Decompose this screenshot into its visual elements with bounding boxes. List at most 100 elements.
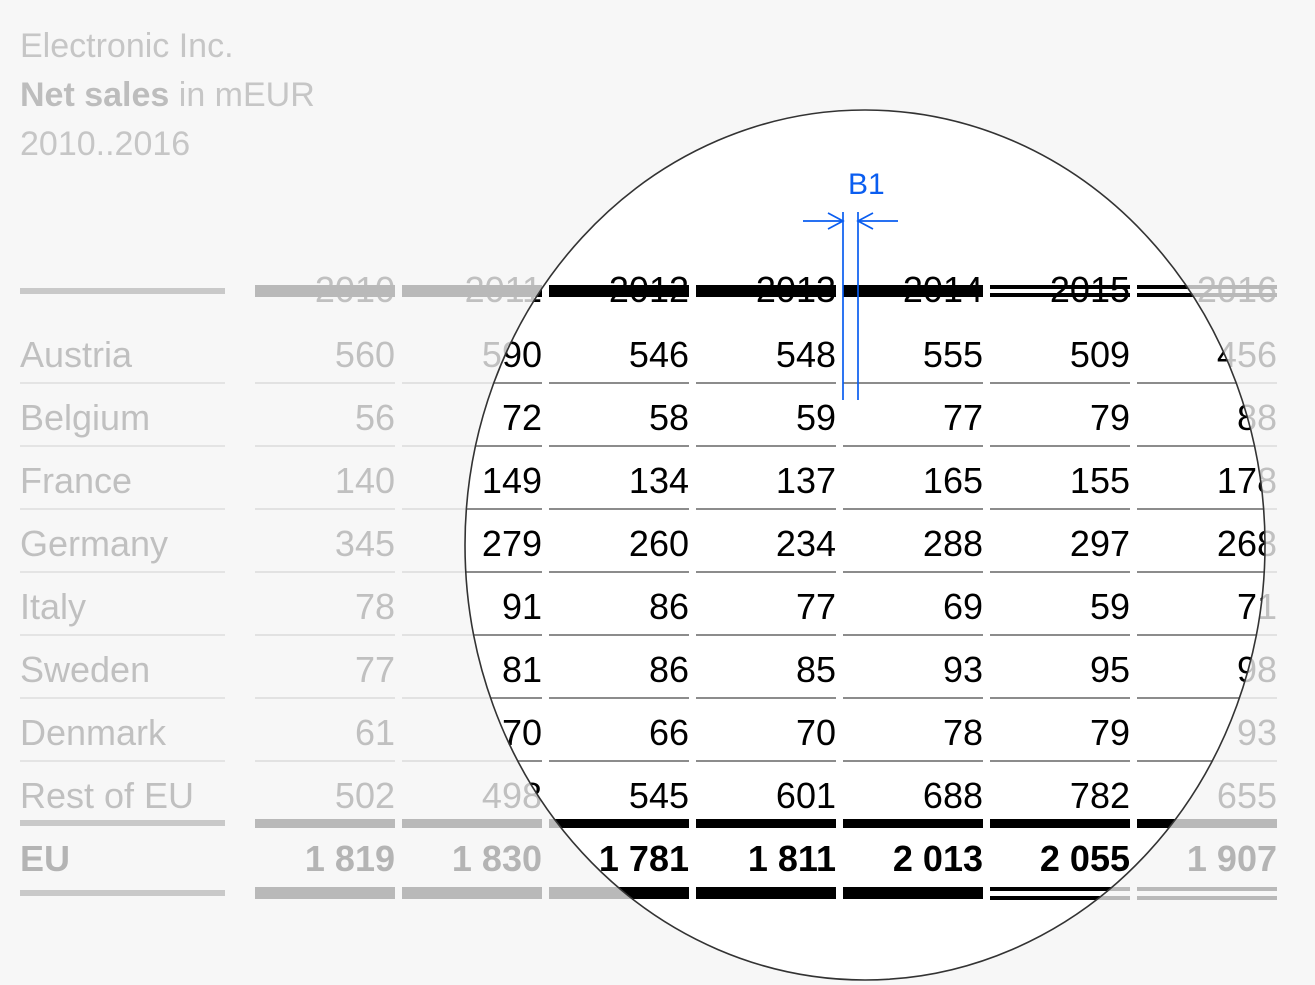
metric-bold: Net sales — [20, 76, 170, 114]
row-separator — [990, 508, 1130, 510]
row-label-denmark: Denmark — [20, 712, 167, 753]
row-separator — [549, 634, 689, 636]
table-cell: 165 — [922, 460, 983, 501]
table-cell: 69 — [942, 586, 983, 627]
table-cell: 61 — [354, 712, 395, 753]
row-separator — [843, 634, 983, 636]
row-separator — [843, 445, 983, 447]
bottom-rule-bot-2016 — [1137, 896, 1277, 900]
table-figure: Electronic Inc. Net sales in mEUR 2010..… — [0, 0, 1315, 985]
b1-label: B1 — [848, 168, 885, 201]
header-rule-2012 — [549, 285, 689, 297]
header-rule-bot-2015 — [990, 293, 1130, 297]
table-cell: 509 — [1069, 334, 1130, 375]
total-row-label: EU — [20, 838, 71, 879]
row-separator — [696, 634, 836, 636]
row-separator-label — [20, 634, 225, 636]
row-separator — [1137, 634, 1265, 636]
row-label-germany: Germany — [20, 523, 169, 564]
row-separator — [696, 508, 836, 510]
row-separator — [696, 382, 836, 384]
row-separator — [990, 382, 1130, 384]
row-separator — [255, 571, 395, 573]
row-separator — [255, 445, 395, 447]
table-cell: 93 — [942, 649, 983, 690]
total-rule-top — [402, 819, 542, 828]
row-separator-label — [20, 760, 225, 762]
row-separator — [990, 445, 1130, 447]
total-rule-top-label — [20, 820, 225, 826]
table-cell: 59 — [795, 397, 836, 438]
table-cell: 78 — [942, 712, 983, 753]
row-separator — [843, 760, 983, 762]
row-separator — [843, 697, 983, 699]
table-cell: 560 — [334, 334, 395, 375]
total-rule-top — [549, 819, 689, 828]
table-cell: 155 — [1069, 460, 1130, 501]
row-separator — [843, 382, 983, 384]
table-cell: 78 — [354, 586, 395, 627]
table-cell: 178 — [1216, 460, 1277, 501]
row-separator — [1137, 571, 1265, 573]
table-cell: 288 — [922, 523, 983, 564]
table-cell: 70 — [795, 712, 836, 753]
total-cell: 1 811 — [747, 838, 836, 879]
table-cell: 345 — [334, 523, 395, 564]
table-cell: 546 — [628, 334, 689, 375]
row-separator — [843, 508, 983, 510]
table-cell: 545 — [628, 775, 689, 816]
row-separator — [255, 760, 395, 762]
table-cell: 140 — [334, 460, 395, 501]
table-cell: 77 — [795, 586, 836, 627]
bottom-rule-2010 — [255, 887, 395, 899]
bottom-rule-2014 — [843, 887, 983, 899]
row-separator — [843, 571, 983, 573]
row-label-sweden: Sweden — [20, 649, 151, 690]
row-label-italy: Italy — [20, 586, 87, 627]
total-rule-top — [843, 819, 983, 828]
header-rule-2013 — [696, 285, 836, 297]
row-separator — [255, 382, 395, 384]
table-cell: 601 — [775, 775, 836, 816]
row-separator — [549, 760, 689, 762]
bottom-rule-2011 — [402, 887, 542, 899]
row-label-austria: Austria — [20, 334, 133, 375]
table-cell: 77 — [942, 397, 983, 438]
row-separator — [549, 697, 689, 699]
row-separator-label — [20, 571, 225, 573]
row-separator-label — [20, 382, 225, 384]
row-separator — [696, 571, 836, 573]
metric-line: Net sales in mEUR — [20, 71, 315, 120]
header-rule-label — [20, 288, 225, 294]
total-cell: 1 830 — [451, 838, 542, 879]
table-cell: 79 — [1089, 397, 1130, 438]
row-separator-label — [20, 697, 225, 699]
row-separator — [990, 571, 1130, 573]
table-cell: 71 — [1236, 586, 1277, 627]
period-range: 2010..2016 — [20, 125, 191, 163]
row-separator — [549, 445, 689, 447]
table-cell: 234 — [775, 523, 836, 564]
total-cell: 1 819 — [304, 838, 395, 879]
row-label-rest-of-eu: Rest of EU — [20, 775, 195, 816]
table-cell: 85 — [795, 649, 836, 690]
header-rule-2011 — [402, 285, 542, 297]
table-cell: 555 — [922, 334, 983, 375]
table-cell: 260 — [628, 523, 689, 564]
company-name: Electronic Inc. — [20, 27, 234, 65]
row-separator — [990, 634, 1130, 636]
table-cell: 268 — [1216, 523, 1277, 564]
row-separator — [696, 445, 836, 447]
row-separator — [990, 760, 1130, 762]
row-separator — [255, 697, 395, 699]
total-rule-top — [696, 819, 836, 828]
table-cell: 782 — [1069, 775, 1130, 816]
header-rule-2014 — [843, 285, 983, 297]
table-cell: 86 — [648, 586, 689, 627]
total-cell: 2 055 — [1039, 838, 1130, 879]
metric-rest: in mEUR — [169, 76, 315, 114]
row-separator — [549, 571, 689, 573]
column-header-2015: 2015 — [1049, 269, 1130, 310]
row-separator — [549, 508, 689, 510]
row-separator — [990, 697, 1130, 699]
